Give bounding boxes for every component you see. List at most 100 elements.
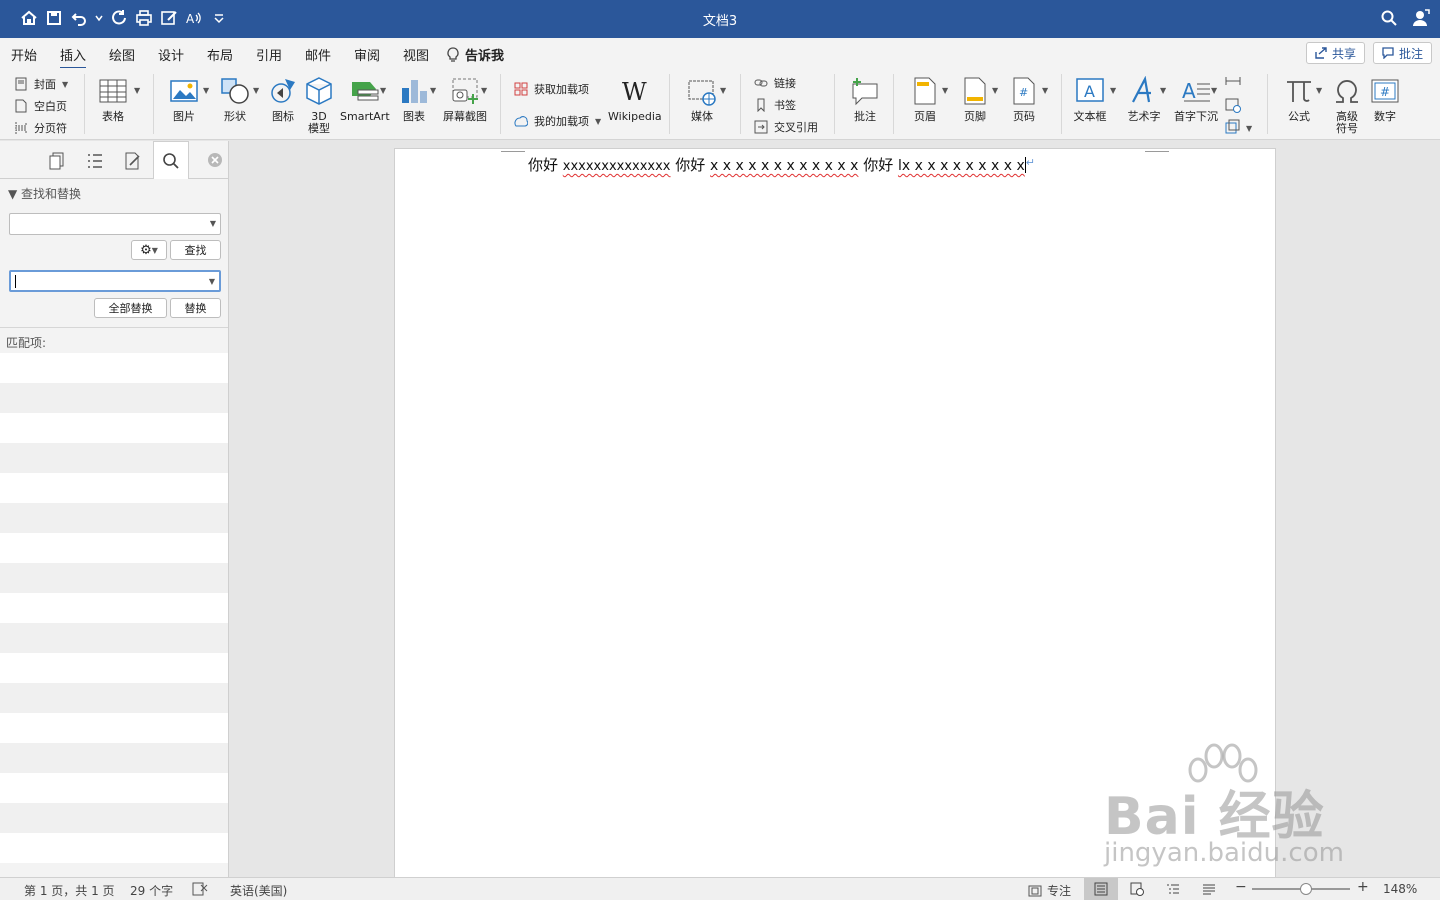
textbox-dropdown-icon[interactable]: ▼ — [1110, 86, 1116, 95]
draft-view-icon — [1203, 884, 1215, 895]
find-button[interactable]: 查找 — [170, 240, 221, 260]
close-pane-icon[interactable] — [205, 150, 225, 170]
cover-page-button[interactable]: 封面 ▼ — [14, 76, 68, 92]
wikipedia-button[interactable]: W Wikipedia — [608, 74, 662, 123]
table-button[interactable]: 表格 — [96, 74, 130, 123]
blank-page-button[interactable]: 空白页 — [14, 98, 67, 114]
chart-icon — [402, 80, 427, 103]
share-button[interactable]: 共享 — [1306, 42, 1366, 64]
media-dropdown-icon[interactable]: ▼ — [720, 86, 726, 95]
link-button[interactable]: 链接 — [754, 75, 796, 91]
comments-label: 批注 — [1399, 46, 1424, 61]
find-input[interactable]: ▼ — [9, 213, 221, 235]
shape-dropdown-icon[interactable]: ▼ — [253, 86, 259, 95]
footer-button[interactable]: 页脚 — [958, 74, 992, 123]
web-layout-view-button[interactable] — [1120, 878, 1154, 900]
search-icon[interactable] — [1380, 9, 1398, 30]
dropcap-dropdown-icon[interactable]: ▼ — [1211, 86, 1217, 95]
signature-line-icon[interactable] — [1225, 74, 1241, 91]
equation-button[interactable]: 公式 — [1282, 74, 1316, 123]
media-button[interactable]: 媒体 — [685, 74, 719, 123]
page-number-button[interactable]: # 页码 — [1007, 74, 1041, 123]
link-icon — [754, 79, 768, 87]
screenshot-button[interactable]: 屏幕截图 — [443, 74, 487, 123]
wordart-dropdown-icon[interactable]: ▼ — [1160, 86, 1166, 95]
wordart-button[interactable]: 艺术字 — [1127, 74, 1161, 123]
tab-design[interactable]: 设计 — [158, 45, 184, 64]
language-indicator[interactable]: 英语(美国) — [230, 882, 287, 899]
chart-button[interactable]: 图表 — [397, 74, 431, 123]
proofing-icon[interactable] — [192, 882, 208, 899]
search-options-button[interactable]: ⚙ ▼ — [131, 240, 167, 260]
tab-view[interactable]: 视图 — [403, 45, 429, 64]
3d-models-button[interactable]: 3D 模型 — [302, 74, 336, 135]
symbol-button[interactable]: 高级 符号 — [1330, 74, 1364, 135]
bookmark-button[interactable]: 书签 — [754, 97, 796, 113]
replace-all-button[interactable]: 全部替换 — [94, 298, 167, 318]
icons-icon — [271, 79, 295, 103]
focus-button[interactable]: 专注 — [1028, 882, 1071, 899]
document-map-icon[interactable] — [123, 151, 143, 171]
smartart-dropdown-icon[interactable]: ▼ — [380, 86, 386, 95]
tab-mailings[interactable]: 邮件 — [305, 45, 331, 64]
picture-button[interactable]: 图片 — [167, 74, 201, 123]
matches-list — [0, 353, 228, 863]
cross-reference-button[interactable]: 交叉引用 — [754, 119, 818, 135]
page-number-dropdown-icon[interactable]: ▼ — [1042, 86, 1048, 95]
word-count[interactable]: 29 个字 — [130, 882, 173, 899]
find-replace-header[interactable]: ▼ 查找和替换 — [8, 185, 81, 202]
header-dropdown-icon[interactable]: ▼ — [942, 86, 948, 95]
replace-input[interactable]: ▼ — [9, 270, 221, 292]
chart-dropdown-icon[interactable]: ▼ — [430, 86, 436, 95]
picture-dropdown-icon[interactable]: ▼ — [203, 86, 209, 95]
print-layout-view-button[interactable] — [1084, 878, 1118, 900]
my-addins-button[interactable]: 我的加载项 ▼ — [514, 113, 601, 129]
shape-button[interactable]: 形状 — [218, 74, 252, 123]
magnifier-icon — [163, 152, 179, 169]
print-layout-icon — [1094, 882, 1108, 896]
tab-review[interactable]: 审阅 — [354, 45, 380, 64]
date-time-icon[interactable] — [1225, 97, 1241, 116]
comments-button[interactable]: 批注 — [1373, 42, 1433, 64]
find-history-dropdown-icon[interactable]: ▼ — [210, 219, 216, 228]
draft-view-button[interactable] — [1192, 878, 1226, 900]
screenshot-dropdown-icon[interactable]: ▼ — [481, 86, 487, 95]
page-count[interactable]: 第 1 页，共 1 页 — [24, 882, 115, 899]
account-icon[interactable] — [1412, 9, 1430, 30]
table-dropdown-icon[interactable]: ▼ — [134, 86, 140, 95]
svg-text:#: # — [1380, 85, 1390, 99]
new-comment-button[interactable]: 批注 — [848, 74, 882, 123]
zoom-in-icon[interactable]: + — [1357, 879, 1369, 895]
outline-icon[interactable] — [85, 151, 105, 171]
header-button[interactable]: 页眉 — [908, 74, 942, 123]
zoom-level[interactable]: 148% — [1383, 882, 1417, 896]
search-pane-tab[interactable] — [153, 141, 189, 179]
pages-thumbnail-icon[interactable] — [47, 151, 67, 171]
textbox-button[interactable]: A 文本框 — [1073, 74, 1107, 123]
my-addins-dropdown-icon: ▼ — [595, 116, 602, 126]
smartart-button[interactable]: SmartArt — [340, 74, 390, 123]
object-icon[interactable] — [1225, 119, 1241, 138]
tab-references[interactable]: 引用 — [256, 45, 282, 64]
comment-icon — [1382, 47, 1394, 59]
tab-draw[interactable]: 绘图 — [109, 45, 135, 64]
replace-history-dropdown-icon[interactable]: ▼ — [209, 277, 215, 286]
zoom-slider-thumb[interactable] — [1300, 883, 1312, 895]
number-button[interactable]: # 数字 — [1368, 74, 1402, 123]
object-dropdown-icon[interactable]: ▼ — [1246, 124, 1252, 133]
tab-layout[interactable]: 布局 — [207, 45, 233, 64]
outline-view-button[interactable] — [1156, 878, 1190, 900]
equation-dropdown-icon[interactable]: ▼ — [1316, 86, 1322, 95]
document-text[interactable]: 你好 xxxxxxxxxxxxxx 你好 x x x x x x x x x x… — [528, 154, 1035, 175]
replace-button[interactable]: 替换 — [170, 298, 221, 318]
tell-me-box[interactable]: 告诉我 — [446, 45, 504, 64]
icons-button[interactable]: 图标 — [266, 74, 300, 123]
get-addins-button[interactable]: 获取加载项 — [514, 81, 589, 97]
tab-insert[interactable]: 插入 — [60, 45, 87, 70]
dropcap-button[interactable]: A 首字下沉 — [1174, 74, 1218, 123]
page-break-button[interactable]: 分页符 — [14, 120, 67, 136]
footer-dropdown-icon[interactable]: ▼ — [992, 86, 998, 95]
tab-home[interactable]: 开始 — [11, 45, 37, 64]
zoom-out-icon[interactable]: − — [1235, 879, 1247, 895]
wikipedia-icon: W — [622, 78, 647, 106]
